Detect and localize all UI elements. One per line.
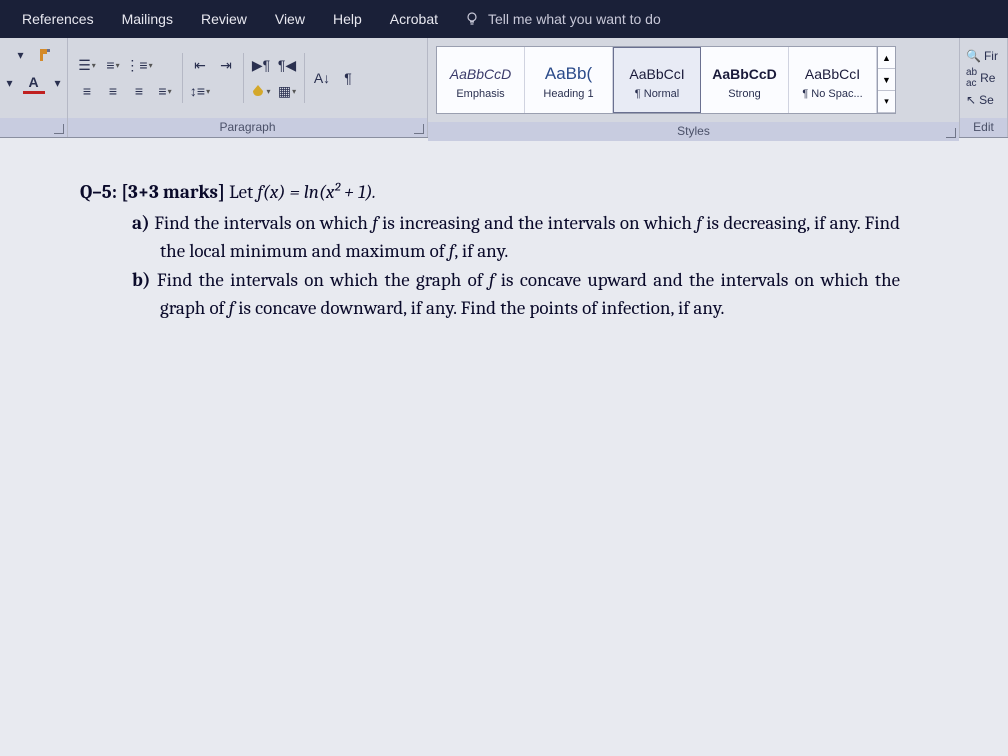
style-preview: AaBbCcI <box>805 60 860 88</box>
style-name: Heading 1 <box>543 88 593 100</box>
dialog-launcher-icon[interactable] <box>414 124 424 134</box>
decrease-indent-icon[interactable]: ⇤ <box>189 54 211 76</box>
dialog-launcher-icon[interactable] <box>54 124 64 134</box>
style-name: ¶ No Spac... <box>802 88 862 100</box>
style-emphasis[interactable]: AaBbCcD Emphasis <box>437 47 525 113</box>
font-group: ▾ ▾ A ▾ <box>0 38 68 137</box>
numbering-icon[interactable]: ≡▾ <box>102 54 124 76</box>
align-right-icon[interactable]: ≡ <box>128 80 150 102</box>
show-marks-icon[interactable]: ¶ <box>337 67 359 89</box>
dropdown-icon[interactable]: ▾ <box>49 74 67 92</box>
lightbulb-icon <box>464 11 480 27</box>
gallery-scroll: ▲ ▼ ▾ <box>877 47 895 113</box>
style-normal[interactable]: AaBbCcI ¶ Normal <box>613 47 701 113</box>
replace-button[interactable]: abacRe <box>966 67 998 89</box>
find-button[interactable]: 🔍Fir <box>966 49 998 63</box>
ribbon-body: ▾ ▾ A ▾ ☰▾ ≡▾ ⋮≡▾ ≡ <box>0 38 1008 138</box>
style-preview: AaBbCcD <box>712 60 777 88</box>
align-center-icon[interactable]: ≡ <box>102 80 124 102</box>
scroll-down-icon[interactable]: ▼ <box>878 69 895 91</box>
cursor-icon: ↖ <box>966 93 976 107</box>
tab-mailings[interactable]: Mailings <box>108 0 187 38</box>
increase-indent-icon[interactable]: ⇥ <box>215 54 237 76</box>
style-preview: AaBb( <box>545 60 592 88</box>
align-left-icon[interactable]: ≡ <box>76 80 98 102</box>
style-preview: AaBbCcD <box>450 60 511 88</box>
shading-icon[interactable]: ▾ <box>250 80 272 102</box>
ribbon-tabs: References Mailings Review View Help Acr… <box>0 0 1008 38</box>
sort-icon[interactable]: A↓ <box>311 67 333 89</box>
styles-group: AaBbCcD Emphasis AaBb( Heading 1 AaBbCcI… <box>428 38 960 137</box>
style-name: ¶ Normal <box>635 88 679 100</box>
style-heading1[interactable]: AaBb( Heading 1 <box>525 47 613 113</box>
group-label-editing: Edit <box>960 118 1007 137</box>
tell-me-search[interactable]: Tell me what you want to do <box>464 11 661 27</box>
question-heading: Q–5: [3+3 marks] Let f(x) = ln(x² + 1). <box>80 178 900 207</box>
tab-help[interactable]: Help <box>319 0 376 38</box>
rtl-icon[interactable]: ¶◀ <box>276 54 298 76</box>
replace-icon: abac <box>966 67 977 89</box>
tell-me-label: Tell me what you want to do <box>488 11 661 27</box>
question-part-a: a) Find the intervals on which f is incr… <box>128 209 900 266</box>
format-painter-icon[interactable] <box>34 44 56 66</box>
style-nospacing[interactable]: AaBbCcI ¶ No Spac... <box>789 47 877 113</box>
search-icon: 🔍 <box>966 49 981 63</box>
paragraph-group: ☰▾ ≡▾ ⋮≡▾ ≡ ≡ ≡ ≡▾ ⇤ ⇥ ↕≡▾ <box>68 38 428 137</box>
multilevel-icon[interactable]: ⋮≡▾ <box>128 54 150 76</box>
style-name: Emphasis <box>456 88 504 100</box>
dropdown-icon[interactable]: ▾ <box>1 74 19 92</box>
dialog-launcher-icon[interactable] <box>946 128 956 138</box>
font-color-icon[interactable]: A <box>23 72 45 94</box>
group-label-paragraph: Paragraph <box>68 118 427 137</box>
tab-acrobat[interactable]: Acrobat <box>376 0 452 38</box>
style-name: Strong <box>728 88 760 100</box>
select-button[interactable]: ↖Se <box>966 93 998 107</box>
borders-icon[interactable]: ▦▾ <box>276 80 298 102</box>
document-content: Q–5: [3+3 marks] Let f(x) = ln(x² + 1). … <box>80 178 900 323</box>
dropdown-icon[interactable]: ▾ <box>12 46 30 64</box>
scroll-up-icon[interactable]: ▲ <box>878 47 895 69</box>
style-strong[interactable]: AaBbCcD Strong <box>701 47 789 113</box>
tab-view[interactable]: View <box>261 0 319 38</box>
line-spacing-icon[interactable]: ↕≡▾ <box>189 80 211 102</box>
document-area[interactable]: Q–5: [3+3 marks] Let f(x) = ln(x² + 1). … <box>0 138 1008 756</box>
ltr-icon[interactable]: ▶¶ <box>250 54 272 76</box>
tab-references[interactable]: References <box>8 0 108 38</box>
group-label-styles: Styles <box>428 122 959 141</box>
bullets-icon[interactable]: ☰▾ <box>76 54 98 76</box>
style-preview: AaBbCcI <box>629 60 684 88</box>
editing-group: 🔍Fir abacRe ↖Se Edit <box>960 38 1008 137</box>
tab-review[interactable]: Review <box>187 0 261 38</box>
gallery-more-icon[interactable]: ▾ <box>878 91 895 113</box>
justify-icon[interactable]: ≡▾ <box>154 80 176 102</box>
styles-gallery: AaBbCcD Emphasis AaBb( Heading 1 AaBbCcI… <box>436 46 896 114</box>
question-part-b: b) Find the intervals on which the graph… <box>128 266 900 323</box>
group-label-font <box>0 118 67 137</box>
